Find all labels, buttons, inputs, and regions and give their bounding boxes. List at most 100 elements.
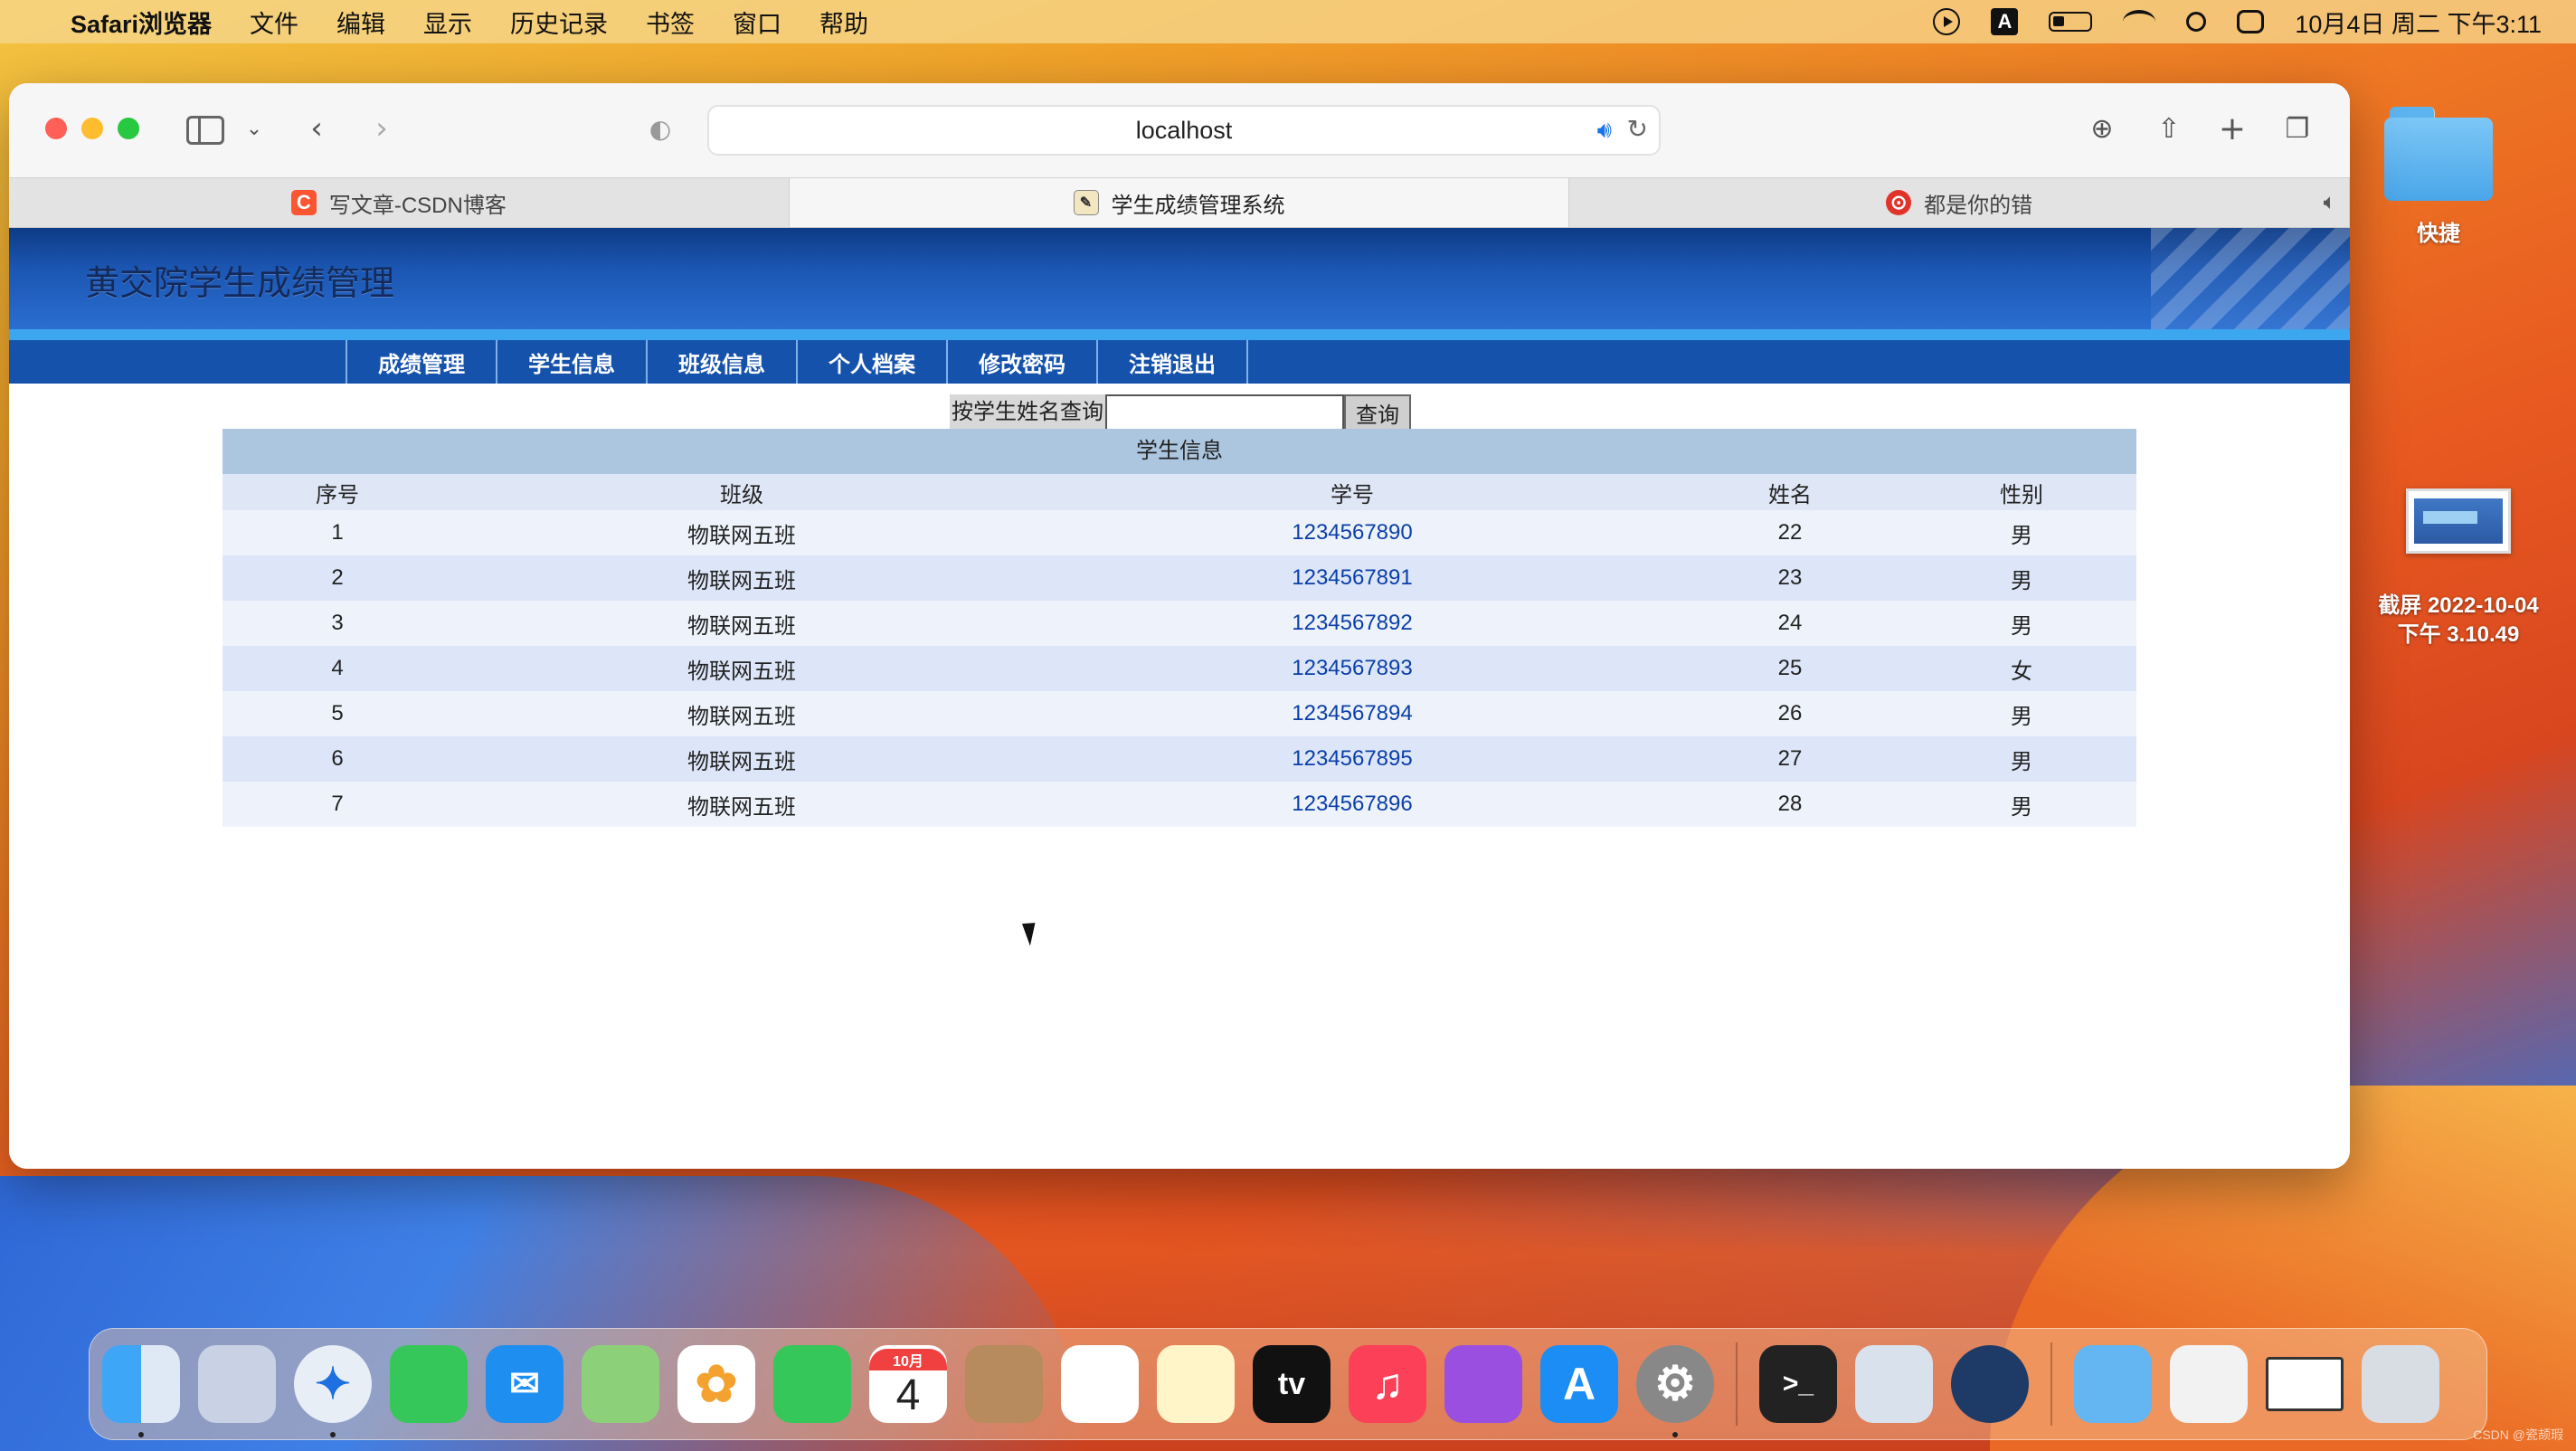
- cell-class: 物联网五班: [687, 794, 796, 820]
- cell-student-id[interactable]: 1234567890: [1031, 520, 1673, 545]
- cell-name: 27: [1777, 746, 1803, 771]
- minimize-window-button[interactable]: [81, 118, 103, 139]
- messages-icon[interactable]: [390, 1345, 468, 1423]
- desktop-folder-label: 快捷: [2417, 222, 2460, 246]
- music-icon[interactable]: ♫: [1349, 1345, 1426, 1423]
- cell-name: 25: [1777, 656, 1803, 680]
- nav-class-info[interactable]: 班级信息: [648, 340, 798, 384]
- privacy-shield-icon[interactable]: ◐: [642, 109, 678, 148]
- back-icon[interactable]: ‹: [298, 109, 335, 148]
- cell-name: 26: [1777, 701, 1803, 726]
- cell-name: 23: [1777, 565, 1803, 590]
- wifi-icon[interactable]: [2123, 10, 2156, 33]
- photos-icon[interactable]: ✿: [677, 1345, 755, 1423]
- nav-change-password[interactable]: 修改密码: [948, 340, 1098, 384]
- cell-student-id[interactable]: 1234567892: [1031, 611, 1673, 636]
- nav-student-info[interactable]: 学生信息: [497, 340, 648, 384]
- address-bar[interactable]: localhost 🔊︎ ↻: [707, 105, 1661, 156]
- downloads-folder-icon[interactable]: [2074, 1345, 2152, 1423]
- input-method-icon[interactable]: A: [1991, 8, 2019, 35]
- spotlight-search-icon[interactable]: [2186, 12, 2207, 32]
- reminders-icon[interactable]: [1061, 1345, 1139, 1423]
- search-form: 按学生姓名查询 查询: [950, 394, 1411, 431]
- tab-audio-icon[interactable]: 🔈︎: [2324, 190, 2336, 215]
- nav-logout[interactable]: 注销退出: [1098, 340, 1248, 384]
- tab-music[interactable]: ⊙ 都是你的错 🔈︎: [1569, 178, 2350, 227]
- cell-gender: 男: [2011, 704, 2032, 729]
- system-preferences-icon[interactable]: ⚙: [1636, 1345, 1714, 1437]
- search-button[interactable]: 查询: [1344, 394, 1411, 431]
- maps-icon[interactable]: [582, 1345, 659, 1423]
- facetime-icon[interactable]: [773, 1345, 851, 1423]
- cell-student-id[interactable]: 1234567894: [1031, 701, 1673, 726]
- nav-grade-management[interactable]: 成绩管理: [347, 340, 497, 384]
- site-title: 黄交院学生成绩管理: [85, 263, 395, 303]
- menu-item-view[interactable]: 显示: [423, 5, 472, 40]
- launchpad-icon[interactable]: [198, 1345, 276, 1423]
- quicktime-icon[interactable]: [1951, 1345, 2029, 1423]
- notes-icon[interactable]: [1157, 1345, 1235, 1423]
- search-label: 按学生姓名查询: [950, 394, 1105, 431]
- csdn-favicon-icon: C: [290, 190, 317, 215]
- menu-item-file[interactable]: 文件: [250, 5, 298, 40]
- downloads-icon[interactable]: ⊕: [2082, 109, 2122, 148]
- menu-item-edit[interactable]: 编辑: [336, 5, 385, 40]
- col-header-name: 姓名: [1768, 482, 1812, 507]
- window-thumbnail-icon[interactable]: [2266, 1357, 2344, 1411]
- forward-icon[interactable]: ›: [364, 109, 400, 148]
- calendar-icon[interactable]: 10月 4: [869, 1345, 947, 1423]
- apple-tv-icon[interactable]: tv: [1253, 1345, 1331, 1423]
- tab-overview-icon[interactable]: ❐: [2278, 109, 2317, 148]
- now-playing-icon[interactable]: [1933, 8, 1961, 35]
- table-row: 7 物联网五班 1234567896 28 男: [223, 782, 2136, 827]
- menu-item-help[interactable]: 帮助: [819, 5, 868, 40]
- app-store-icon[interactable]: A: [1540, 1345, 1618, 1423]
- menu-item-history[interactable]: 历史记录: [510, 5, 608, 40]
- site-banner: 黄交院学生成绩管理: [9, 228, 2350, 329]
- menu-app-name[interactable]: Safari浏览器: [71, 5, 212, 40]
- desktop-folder-icon[interactable]: [2384, 107, 2493, 201]
- zoom-window-button[interactable]: [118, 118, 139, 139]
- menu-item-bookmarks[interactable]: 书签: [646, 5, 695, 40]
- cell-class: 物联网五班: [687, 523, 796, 548]
- nav-personal-profile[interactable]: 个人档案: [798, 340, 948, 384]
- cell-class: 物联网五班: [687, 749, 796, 774]
- stack-thumbnail-icon[interactable]: [2170, 1345, 2248, 1423]
- terminal-icon[interactable]: >_: [1759, 1345, 1837, 1423]
- desktop-screenshot-icon[interactable]: [2406, 488, 2511, 554]
- close-window-button[interactable]: [45, 118, 67, 139]
- finder-icon[interactable]: [102, 1345, 180, 1437]
- share-icon[interactable]: ⇧: [2149, 109, 2189, 148]
- chevron-down-icon[interactable]: ⌄: [241, 109, 268, 148]
- reload-icon[interactable]: ↻: [1627, 114, 1648, 144]
- cell-student-id[interactable]: 1234567891: [1031, 565, 1673, 591]
- menu-item-window[interactable]: 窗口: [733, 5, 781, 40]
- battery-icon[interactable]: [2049, 12, 2093, 32]
- new-tab-icon[interactable]: +: [2212, 109, 2252, 148]
- contacts-icon[interactable]: [965, 1345, 1043, 1423]
- menu-clock[interactable]: 10月4日 周二 下午3:11: [2295, 5, 2542, 40]
- cell-index: 6: [331, 746, 344, 771]
- trash-icon[interactable]: [2362, 1345, 2439, 1423]
- dock-separator: [1736, 1342, 1738, 1426]
- audio-playing-icon[interactable]: 🔊︎: [1597, 116, 1612, 145]
- student-name-search-input[interactable]: [1105, 394, 1344, 431]
- control-center-icon[interactable]: [2237, 10, 2265, 33]
- table-row: 3 物联网五班 1234567892 24 男: [223, 601, 2136, 646]
- cell-index: 3: [331, 611, 344, 635]
- page-favicon-icon: ✎: [1073, 190, 1099, 215]
- cell-student-id[interactable]: 1234567895: [1031, 746, 1673, 772]
- table-row: 5 物联网五班 1234567894 26 男: [223, 691, 2136, 736]
- preview-icon[interactable]: [1855, 1345, 1933, 1423]
- sidebar-toggle-icon[interactable]: [186, 116, 224, 145]
- cell-index: 7: [331, 792, 344, 816]
- tab-bar: C 写文章-CSDN博客 ✎ 学生成绩管理系统 ⊙ 都是你的错 🔈︎: [9, 177, 2350, 228]
- table-row: 2 物联网五班 1234567891 23 男: [223, 555, 2136, 601]
- cell-student-id[interactable]: 1234567893: [1031, 656, 1673, 681]
- safari-icon[interactable]: ✦: [294, 1345, 372, 1437]
- mail-icon[interactable]: ✉: [486, 1345, 564, 1423]
- tab-csdn[interactable]: C 写文章-CSDN博客: [9, 178, 790, 227]
- podcasts-icon[interactable]: [1444, 1345, 1522, 1423]
- cell-student-id[interactable]: 1234567896: [1031, 792, 1673, 817]
- tab-student-system[interactable]: ✎ 学生成绩管理系统: [789, 178, 1570, 227]
